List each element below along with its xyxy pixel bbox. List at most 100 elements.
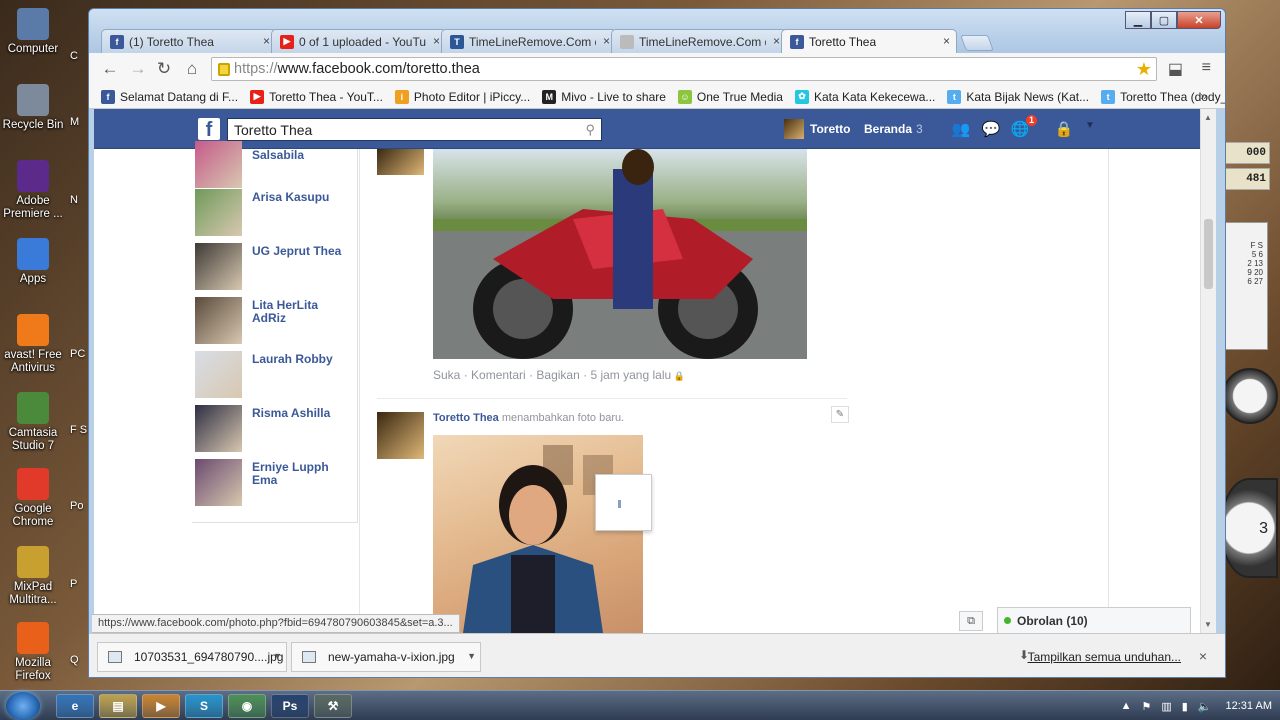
download-menu-icon[interactable]: ▼ xyxy=(467,651,476,661)
post-action-link[interactable]: Bagikan xyxy=(536,368,579,382)
bookmark-item[interactable]: t Toretto Thea (dody_... xyxy=(1101,89,1225,104)
post-author-avatar[interactable] xyxy=(377,412,424,459)
bookmark-star-icon[interactable]: ★ xyxy=(1136,59,1152,80)
browser-tab[interactable]: f Toretto Thea × xyxy=(781,29,957,53)
address-bar[interactable]: https:// www.facebook.com/toretto.thea ★ xyxy=(211,57,1157,81)
desktop-icon-label-partial[interactable]: Q xyxy=(70,654,79,666)
bookmark-item[interactable]: ▶ Toretto Thea - YouT... xyxy=(250,89,383,104)
download-item[interactable]: 10703531_694780790....jpg ▼ xyxy=(97,642,287,672)
start-button[interactable] xyxy=(6,692,40,720)
chrome-icon[interactable]: ◉ xyxy=(228,694,266,718)
minimize-button[interactable]: ▁ xyxy=(1125,11,1151,29)
desktop-icon[interactable]: Adobe Premiere ... xyxy=(2,160,64,221)
post-action-link[interactable]: Suka xyxy=(433,368,460,382)
close-tab-icon[interactable]: × xyxy=(263,34,270,48)
desktop-icon[interactable]: Apps xyxy=(2,238,64,286)
forward-button[interactable]: → xyxy=(127,59,149,79)
post-author-avatar[interactable] xyxy=(377,149,424,175)
home-link[interactable]: Beranda 3 xyxy=(864,122,923,136)
desktop-icon-label-partial[interactable]: M xyxy=(70,116,79,128)
bookmarks-overflow-icon[interactable]: » xyxy=(1200,89,1207,103)
bookmark-item[interactable]: f Selamat Datang di F... xyxy=(101,89,238,104)
browser-tab[interactable]: TimeLineRemove.Com design × xyxy=(611,29,787,53)
friend-item[interactable]: Erniye Lupph Ema xyxy=(195,459,355,507)
desktop-icon-label-partial[interactable]: PC xyxy=(70,348,85,360)
browser-tab[interactable]: f (1) Toretto Thea × xyxy=(101,29,277,53)
clock-time[interactable]: 12:31 AM xyxy=(1226,700,1272,712)
edit-post-icon[interactable]: ✎ xyxy=(831,406,849,423)
bookmark-item[interactable]: t Kata Bijak News (Kat... xyxy=(947,89,1089,104)
new-tab-button[interactable] xyxy=(960,35,994,51)
post-photo-portrait[interactable] xyxy=(433,435,643,633)
page-scrollbar[interactable]: ▲ ▼ xyxy=(1200,109,1216,633)
desktop-icon[interactable]: MixPad Multitra... xyxy=(2,546,64,607)
menu-icon[interactable]: ≡ xyxy=(1202,59,1211,77)
home-button[interactable]: ⌂ xyxy=(181,59,203,79)
post-timestamp[interactable]: 5 jam yang lalu xyxy=(590,368,671,382)
download-menu-icon[interactable]: ▼ xyxy=(273,651,282,661)
desktop-icon-label-partial[interactable]: Po xyxy=(70,500,83,512)
privacy-shortcuts-icon[interactable]: 🔒 xyxy=(1054,120,1074,138)
post-photo-motorcycle[interactable] xyxy=(433,149,807,359)
friend-item[interactable]: Arisa Kasupu xyxy=(195,189,355,237)
privacy-lock-icon[interactable]: 🔒 xyxy=(671,371,685,381)
photoshop-icon[interactable]: Ps xyxy=(271,694,309,718)
show-all-downloads-link[interactable]: Tampilkan semua unduhan... xyxy=(1028,650,1181,664)
close-window-button[interactable]: ✕ xyxy=(1177,11,1221,29)
desktop-icon[interactable]: Google Chrome xyxy=(2,468,64,529)
bookmark-item[interactable]: M Mivo - Live to share xyxy=(542,89,666,104)
friend-item[interactable]: Lita HerLita AdRiz xyxy=(195,297,355,345)
friend-requests-icon[interactable]: 👥 xyxy=(951,120,971,138)
tray-expand-icon[interactable]: ▲ xyxy=(1121,700,1132,712)
account-menu-icon[interactable]: ▼ xyxy=(1080,120,1100,138)
signal-icon[interactable]: ▮ xyxy=(1182,700,1188,713)
desktop-icon[interactable]: Mozilla Firefox xyxy=(2,622,64,683)
scrollbar-thumb[interactable] xyxy=(1204,219,1213,289)
desktop-icon[interactable]: Computer xyxy=(2,8,64,56)
friend-item[interactable]: UG Jeprut Thea xyxy=(195,243,355,291)
friend-item[interactable]: Risma Ashilla xyxy=(195,405,355,453)
scroll-up-icon[interactable]: ▲ xyxy=(1204,113,1212,122)
skype-icon[interactable]: S xyxy=(185,694,223,718)
back-button[interactable]: ← xyxy=(99,59,121,79)
bookmark-item[interactable]: ☺ One True Media xyxy=(677,89,783,104)
close-tab-icon[interactable]: × xyxy=(433,34,440,48)
facebook-search-input[interactable]: Toretto Thea ⚲ xyxy=(227,118,602,141)
desktop-icon-label-partial[interactable]: F S xyxy=(70,424,87,436)
messages-icon[interactable]: 💬 xyxy=(981,120,1001,138)
friend-item[interactable]: Salsabila xyxy=(195,141,355,189)
desktop-icon[interactable]: Recycle Bin xyxy=(2,84,64,132)
bookmark-item[interactable]: ✿ Kata Kata Kekecewa... xyxy=(794,89,935,104)
profile-link[interactable]: Toretto xyxy=(784,119,850,139)
browser-tab[interactable]: T TimeLineRemove.Com design × xyxy=(441,29,617,53)
close-tab-icon[interactable]: × xyxy=(943,34,950,48)
desktop-icon-label-partial[interactable]: N xyxy=(70,194,78,206)
browser-tab[interactable]: ▶ 0 of 1 uploaded - YouTube × xyxy=(271,29,447,53)
reload-button[interactable]: ↻ xyxy=(153,59,175,79)
facebook-logo-icon[interactable]: f xyxy=(198,118,220,141)
bookmark-item[interactable]: i Photo Editor | iPiccy... xyxy=(394,89,530,104)
chat-options-icon[interactable]: ⧉ xyxy=(959,611,983,631)
desktop-icon-label-partial[interactable]: C xyxy=(70,50,78,62)
close-tab-icon[interactable]: × xyxy=(773,34,780,48)
close-tab-icon[interactable]: × xyxy=(603,34,610,48)
volume-icon[interactable]: 🔈 xyxy=(1198,700,1212,713)
close-download-shelf-button[interactable]: × xyxy=(1199,648,1207,664)
media-player-icon[interactable]: ▶ xyxy=(142,694,180,718)
scroll-down-icon[interactable]: ▼ xyxy=(1204,620,1212,629)
explorer-icon[interactable]: ▤ xyxy=(99,694,137,718)
desktop-icon-label-partial[interactable]: P xyxy=(70,578,77,590)
maximize-button[interactable]: ▢ xyxy=(1151,11,1177,29)
post-author-link[interactable]: Toretto Thea xyxy=(433,412,499,424)
tool-icon[interactable]: ⚒ xyxy=(314,694,352,718)
flag-icon[interactable]: ⚑ xyxy=(1141,700,1151,713)
post-action-link[interactable]: Komentari xyxy=(471,368,526,382)
desktop-icon[interactable]: avast! Free Antivirus xyxy=(2,314,64,375)
network-icon[interactable]: ▥ xyxy=(1161,700,1171,713)
ie-icon[interactable]: e xyxy=(56,694,94,718)
download-item[interactable]: new-yamaha-v-ixion.jpg ▼ xyxy=(291,642,481,672)
chat-sidebar-toggle[interactable]: Obrolan (10) xyxy=(997,607,1191,633)
extension-icon[interactable]: ⬓ xyxy=(1168,59,1183,79)
friend-item[interactable]: Laurah Robby xyxy=(195,351,355,399)
search-icon[interactable]: ⚲ xyxy=(585,122,595,138)
